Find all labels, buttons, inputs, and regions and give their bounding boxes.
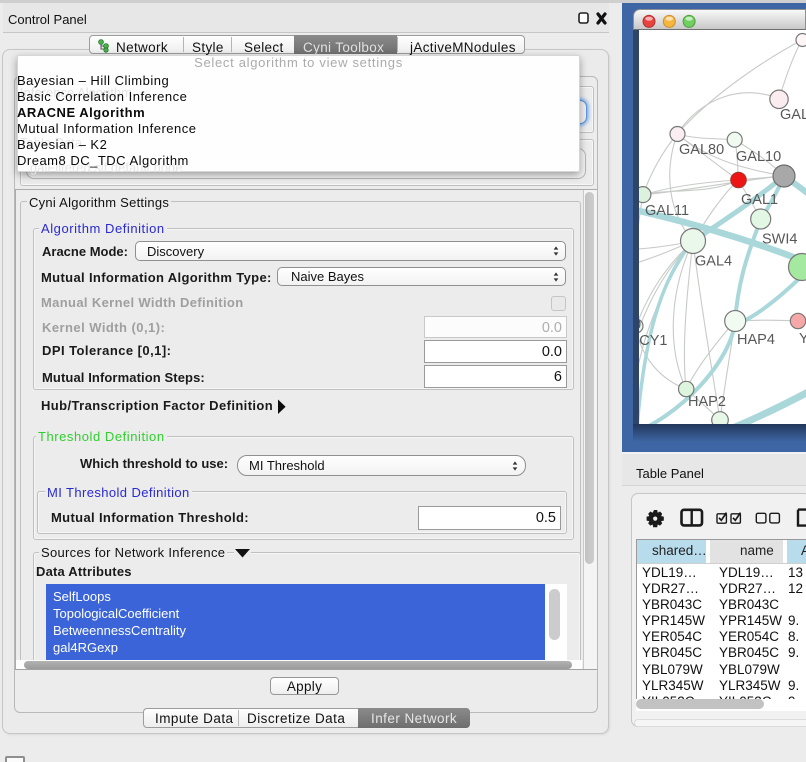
svg-text:GAL80: GAL80 xyxy=(679,142,724,158)
svg-text:Y: Y xyxy=(799,331,806,347)
svg-text:0: 0 xyxy=(639,317,641,333)
svg-text:HAP2: HAP2 xyxy=(688,394,726,410)
svg-text:GAL4: GAL4 xyxy=(695,254,732,270)
svg-text:GAL11: GAL11 xyxy=(645,203,689,219)
svg-text:HAP4: HAP4 xyxy=(737,332,775,348)
svg-text:GAL10: GAL10 xyxy=(736,149,781,165)
svg-text:GAL1: GAL1 xyxy=(741,192,778,208)
svg-text:GAL2: GAL2 xyxy=(780,107,806,123)
svg-text:GCY1: GCY1 xyxy=(639,333,668,349)
svg-text:SWI4: SWI4 xyxy=(762,232,797,248)
